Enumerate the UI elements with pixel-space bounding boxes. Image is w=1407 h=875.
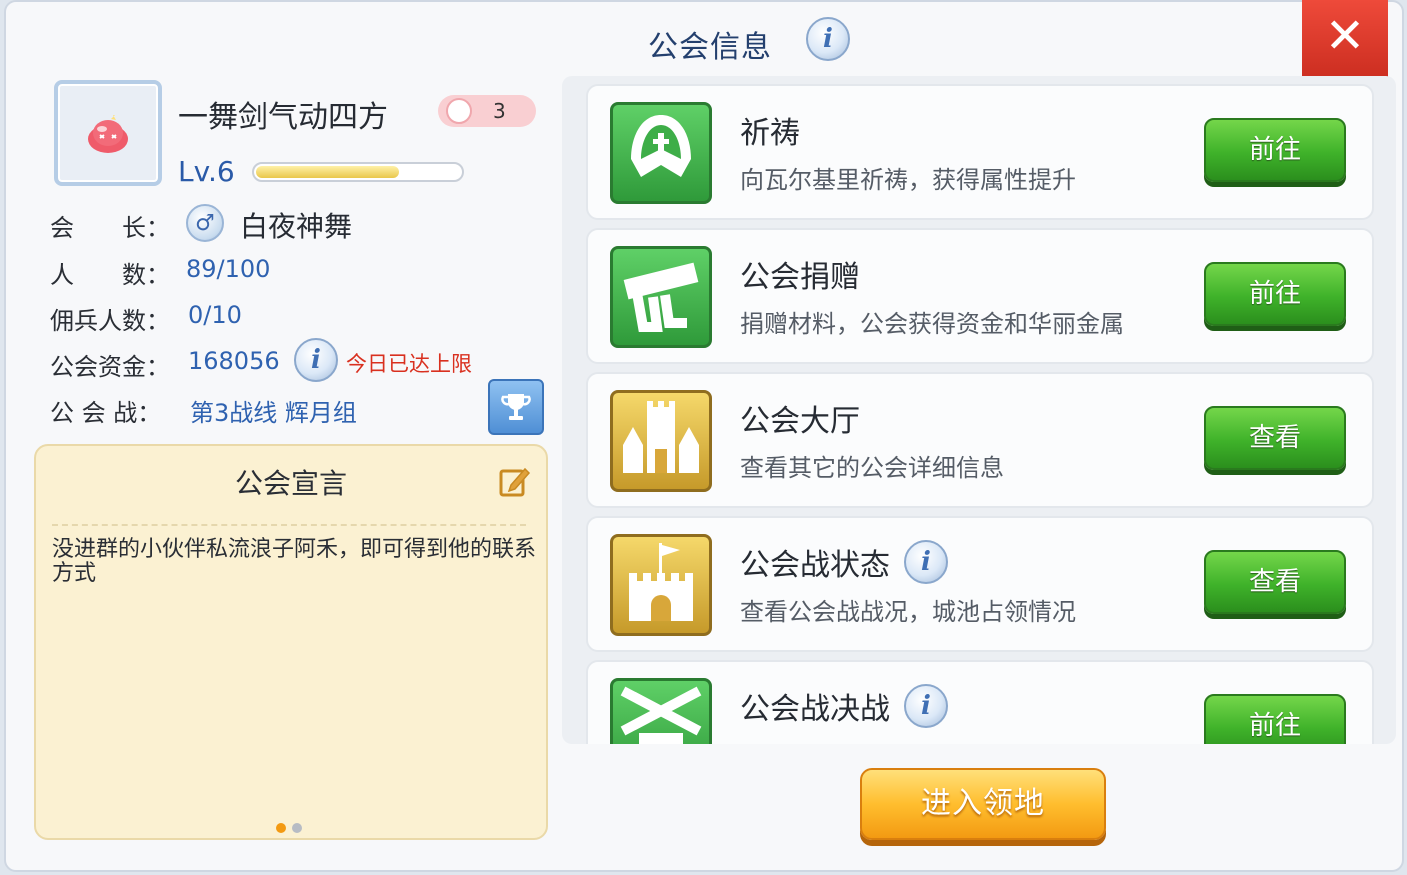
mercs-label: 佣兵人数： bbox=[50, 307, 170, 335]
feature-card-hall: 公会大厅 查看其它的公会详细信息 查看 bbox=[586, 372, 1374, 508]
edit-icon[interactable] bbox=[498, 464, 532, 498]
funds-limit-note: 今日已达上限 bbox=[346, 352, 472, 376]
war-status-info-icon[interactable]: i bbox=[904, 540, 948, 584]
feature-title: 公会捐赠 bbox=[740, 260, 860, 295]
view-button-hall[interactable]: 查看 bbox=[1204, 406, 1346, 470]
declaration-text: 没进群的小伙伴私流浪子阿禾，即可得到他的联系方式 bbox=[52, 537, 537, 586]
enter-territory-button[interactable]: 进入领地 bbox=[860, 768, 1106, 840]
trophy-icon bbox=[501, 394, 531, 420]
declaration-divider bbox=[52, 524, 526, 526]
feature-title: 公会战状态 bbox=[740, 548, 890, 583]
guild-info-panel: 公会信息 i ✕ 一舞剑气动四方 3 Lv.6 会 长： ♂ 白夜神舞 人 数：… bbox=[4, 0, 1404, 872]
page-dot-active[interactable] bbox=[276, 823, 286, 833]
trophy-button[interactable] bbox=[488, 379, 544, 435]
war-value: 第3战线 辉月组 bbox=[190, 399, 357, 427]
flag-castle-icon bbox=[610, 534, 712, 636]
page-dot[interactable] bbox=[292, 823, 302, 833]
war-final-info-icon[interactable]: i bbox=[904, 684, 948, 728]
feature-card-prayer: 祈祷 向瓦尔基里祈祷，获得属性提升 前往 bbox=[586, 84, 1374, 220]
badge-icon bbox=[446, 98, 472, 124]
exp-bar-fill bbox=[256, 166, 399, 178]
feature-card-war-status: 公会战状态 i 查看公会战战况，城池占领情况 查看 bbox=[586, 516, 1374, 652]
go-button-war-final[interactable]: 前往 bbox=[1204, 694, 1346, 744]
feature-card-donate: 公会捐赠 捐赠材料，公会获得资金和华丽金属 前往 bbox=[586, 228, 1374, 364]
mercs-value: 0/10 bbox=[188, 301, 242, 329]
title-bar: 公会信息 i bbox=[6, 2, 1402, 80]
feature-title: 公会战决战 bbox=[740, 692, 890, 727]
war-label: 公 会 战： bbox=[50, 399, 162, 427]
members-label: 人 数： bbox=[50, 261, 170, 289]
guild-name: 一舞剑气动四方 bbox=[178, 100, 388, 135]
feature-desc: 捐赠材料，公会获得资金和华丽金属 bbox=[740, 310, 1124, 338]
funds-info-icon[interactable]: i bbox=[294, 338, 338, 382]
leader-name[interactable]: 白夜神舞 bbox=[240, 205, 352, 245]
feature-card-war-final: 公会战决战 i 前往 bbox=[586, 660, 1374, 744]
go-button-prayer[interactable]: 前往 bbox=[1204, 118, 1346, 182]
close-icon: ✕ bbox=[1324, 8, 1366, 64]
funds-value: 168056 bbox=[188, 347, 280, 375]
view-button-war-status[interactable]: 查看 bbox=[1204, 550, 1346, 614]
prayer-icon bbox=[610, 102, 712, 204]
feature-desc: 查看公会战战况，城池占领情况 bbox=[740, 598, 1076, 626]
page-dots bbox=[276, 818, 308, 837]
badge-count: 3 bbox=[493, 99, 506, 123]
donate-icon bbox=[610, 246, 712, 348]
slime-emblem-icon bbox=[88, 115, 128, 153]
castle-icon bbox=[610, 390, 712, 492]
feature-title: 公会大厅 bbox=[740, 404, 860, 439]
members-value: 89/100 bbox=[186, 255, 271, 283]
feature-title: 祈祷 bbox=[740, 116, 800, 151]
exp-bar bbox=[252, 162, 464, 182]
guild-badge: 3 bbox=[438, 95, 536, 127]
guild-level: Lv.6 bbox=[178, 155, 235, 188]
funds-label: 公会资金： bbox=[50, 353, 170, 381]
feature-desc: 查看其它的公会详细信息 bbox=[740, 454, 1004, 482]
page-title: 公会信息 bbox=[648, 30, 772, 65]
title-info-icon[interactable]: i bbox=[806, 17, 850, 61]
declaration-title: 公会宣言 bbox=[234, 467, 347, 500]
crossed-swords-icon bbox=[610, 678, 712, 744]
go-button-donate[interactable]: 前往 bbox=[1204, 262, 1346, 326]
guild-emblem[interactable] bbox=[54, 80, 162, 186]
guild-declaration: 公会宣言 没进群的小伙伴私流浪子阿禾，即可得到他的联系方式 bbox=[34, 444, 548, 840]
male-icon: ♂ bbox=[186, 204, 224, 242]
feature-list[interactable]: 祈祷 向瓦尔基里祈祷，获得属性提升 前往 公会捐赠 捐赠材料，公会获得资金和华丽… bbox=[562, 76, 1396, 744]
feature-desc: 向瓦尔基里祈祷，获得属性提升 bbox=[740, 166, 1076, 194]
leader-label: 会 长： bbox=[50, 214, 170, 242]
